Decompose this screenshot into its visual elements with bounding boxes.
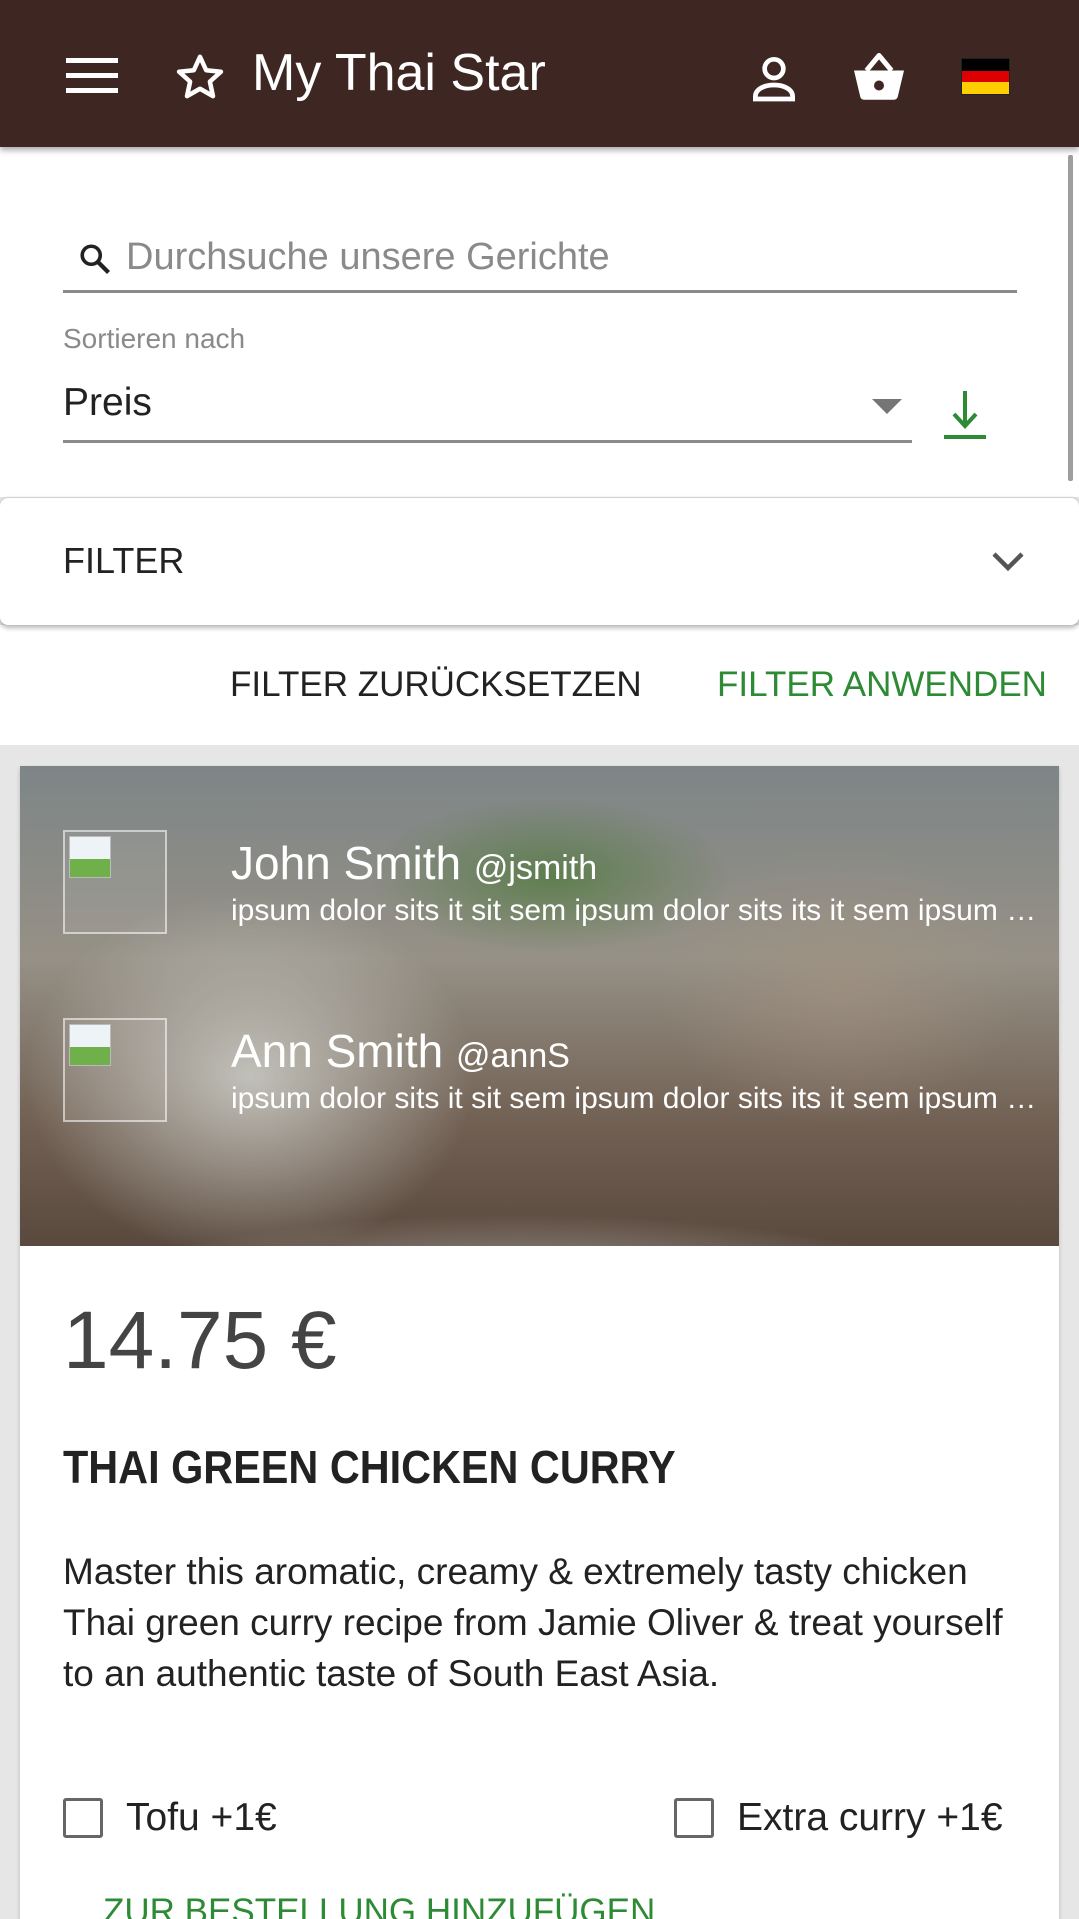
dish-price: 14.75 €: [63, 1295, 337, 1386]
top-toolbar: My Thai Star: [0, 0, 1079, 147]
dish-description: Master this aromatic, creamy & extremely…: [63, 1551, 1003, 1694]
basket-icon[interactable]: [848, 48, 910, 108]
checkbox-icon[interactable]: [63, 1798, 103, 1838]
review-item: John Smith @jsmith ipsum dolor sits it s…: [63, 830, 1043, 940]
star-icon: [170, 48, 230, 108]
add-to-order-button[interactable]: ZUR BESTELLUNG HINZUFÜGEN: [103, 1892, 655, 1919]
extra-tofu-checkbox[interactable]: Tofu +1€: [63, 1796, 323, 1842]
search-icon: [77, 241, 113, 277]
search-input[interactable]: [126, 227, 996, 287]
scrollbar[interactable]: [1068, 155, 1073, 481]
review-item: Ann Smith @annS ipsum dolor sits it sit …: [63, 1018, 1043, 1128]
review-text: ipsum dolor sits it sit sem ipsum dolor …: [231, 894, 1043, 927]
dish-image: John Smith @jsmith ipsum dolor sits it s…: [20, 766, 1059, 1246]
dish-card: John Smith @jsmith ipsum dolor sits it s…: [20, 766, 1059, 1919]
review-text: ipsum dolor sits it sit sem ipsum dolor …: [231, 1082, 1043, 1115]
dish-name: THAI GREEN CHICKEN CURRY: [63, 1441, 676, 1493]
search-panel: Sortieren nach Preis: [0, 147, 1079, 497]
extra-curry-checkbox[interactable]: Extra curry +1€: [674, 1796, 1034, 1842]
sort-label: Sortieren nach: [63, 323, 246, 354]
reset-filter-button[interactable]: FILTER ZURÜCKSETZEN: [230, 665, 642, 705]
reviewer-handle: @annS: [456, 1037, 570, 1075]
apply-filter-button[interactable]: FILTER ANWENDEN: [717, 665, 1047, 705]
account-icon[interactable]: [746, 50, 802, 106]
reviewer-handle: @jsmith: [473, 849, 598, 887]
sort-direction-icon[interactable]: [940, 387, 990, 443]
german-flag-icon[interactable]: [961, 58, 1010, 95]
extra-label: Tofu +1€: [126, 1796, 277, 1839]
filter-title: FILTER: [63, 540, 185, 581]
reviewer-name: John Smith @jsmith: [231, 837, 598, 889]
dropdown-arrow-icon: [872, 399, 902, 414]
reviewer-name: Ann Smith @annS: [231, 1025, 570, 1077]
sort-select[interactable]: Preis: [63, 371, 912, 443]
menu-icon[interactable]: [62, 52, 122, 100]
avatar: [63, 830, 167, 934]
avatar: [63, 1018, 167, 1122]
filter-actions: FILTER ZURÜCKSETZEN FILTER ANWENDEN: [0, 625, 1079, 745]
filter-panel-header[interactable]: FILTER: [0, 498, 1079, 625]
extra-label: Extra curry +1€: [737, 1796, 1003, 1839]
checkbox-icon[interactable]: [674, 1798, 714, 1838]
sort-selected-value: Preis: [63, 381, 152, 424]
chevron-down-icon: [989, 548, 1027, 574]
app-title: My Thai Star: [252, 44, 546, 102]
search-field[interactable]: [63, 219, 1017, 293]
